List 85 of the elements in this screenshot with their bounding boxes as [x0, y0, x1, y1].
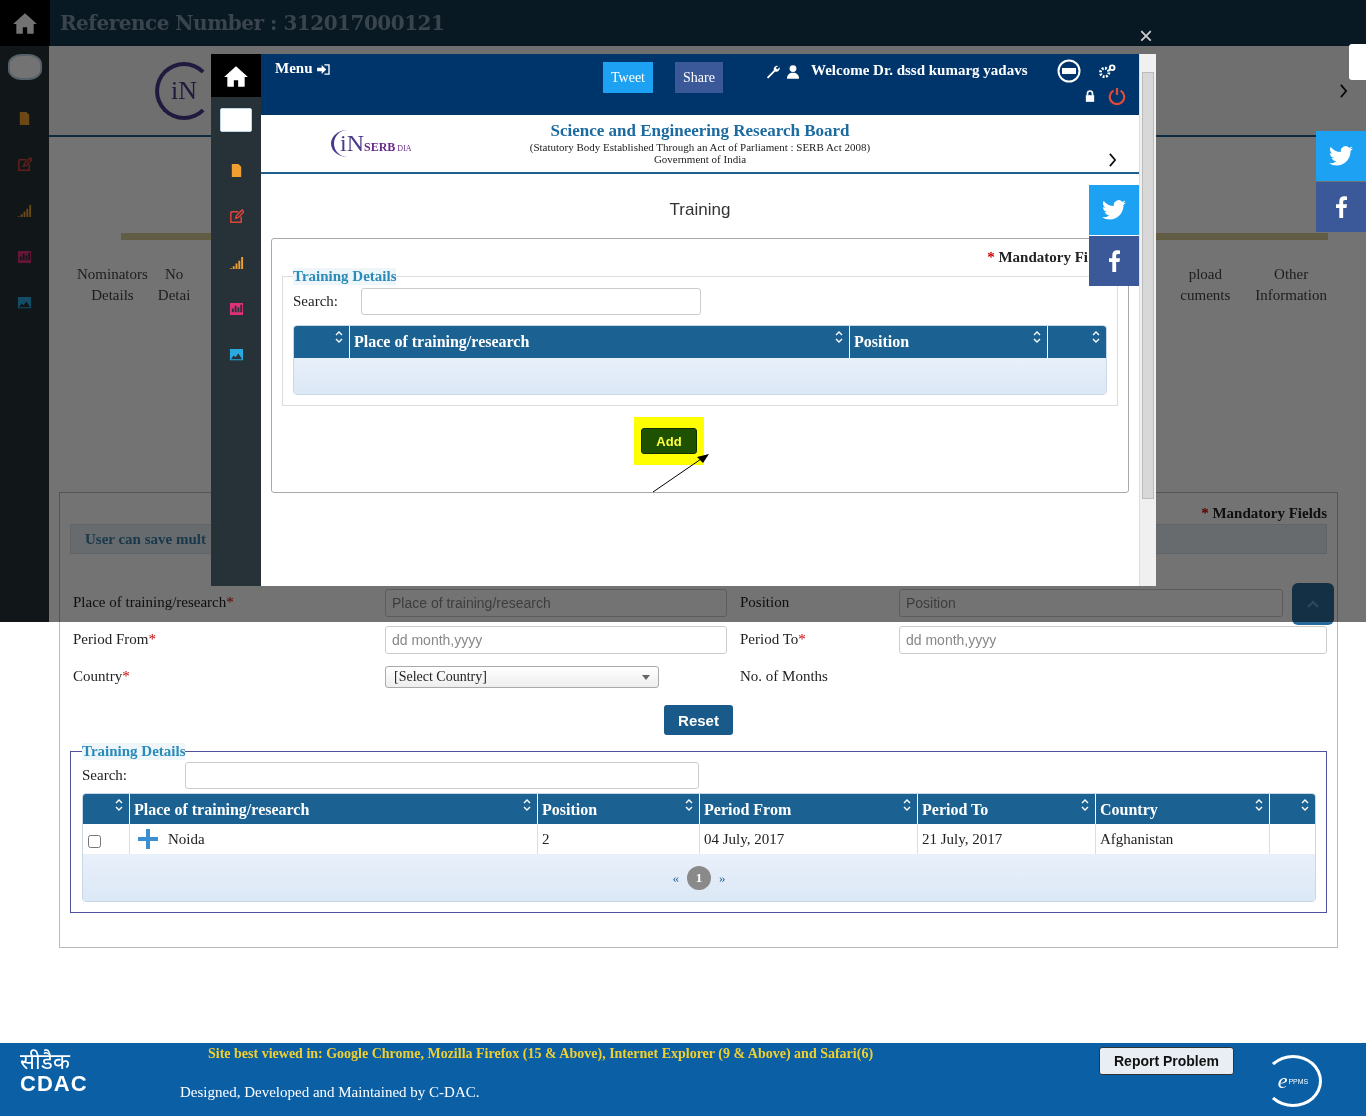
search-label: Search: — [293, 292, 339, 310]
sort-icon — [115, 799, 123, 811]
home-icon — [12, 11, 38, 35]
close-button[interactable]: × — [1139, 22, 1153, 50]
table-cell: 21 July, 2017 — [922, 830, 1003, 848]
step-tab[interactable]: No Detai — [157, 264, 191, 304]
page-number[interactable]: 1 — [687, 865, 711, 890]
sort-icon — [685, 799, 693, 811]
lock-icon[interactable] — [1085, 90, 1095, 102]
facebook-button[interactable] — [1089, 236, 1139, 286]
settings-icon[interactable] — [1099, 64, 1116, 79]
cdac-logo: सीडैक CDAC — [20, 1051, 89, 1095]
browser-note: Site best viewed in: Google Chrome, Mozilla Firefox (15 & Above), Internet Explorer (9 & Above) and Safari(6) — [208, 1046, 874, 1062]
report-problem-button[interactable]: Report Problem — [1099, 1047, 1234, 1075]
sort-icon — [1092, 331, 1100, 343]
facebook-button[interactable] — [1316, 182, 1366, 232]
search-field[interactable] — [361, 287, 701, 315]
table-cell: 04 July, 2017 — [704, 830, 785, 848]
twitter-icon — [1329, 146, 1353, 166]
page-title: Training — [669, 200, 731, 220]
wrench-icon[interactable] — [766, 65, 780, 79]
section-legend: Training Details — [82, 743, 186, 760]
welcome-text: Welcome Dr. dssd kumarg yadavs — [811, 62, 1028, 79]
mandatory-note: * Mandatory Fi — [987, 249, 1088, 266]
field-label: Period From* — [73, 631, 157, 648]
twitter-button[interactable] — [1089, 185, 1139, 235]
share-button[interactable]: Share — [675, 62, 723, 93]
arrow-drawing — [652, 451, 712, 493]
facebook-icon — [1335, 196, 1347, 218]
input-field[interactable]: dd month,yyyy — [899, 625, 1327, 654]
thumbnail-icon[interactable] — [220, 108, 252, 132]
user-icon[interactable] — [787, 65, 799, 79]
twitter-button[interactable] — [1316, 131, 1366, 181]
search-field[interactable] — [185, 761, 699, 789]
menu-button[interactable]: Menu — [275, 60, 313, 77]
sort-icon — [335, 331, 343, 343]
next-page-link[interactable]: » — [719, 869, 726, 886]
reset-button[interactable]: Reset — [664, 705, 733, 735]
organization-title: Science and Engineering Research Board — [550, 121, 850, 141]
field-label: Position — [740, 594, 791, 611]
sort-icon — [1081, 799, 1089, 811]
signal-icon[interactable] — [228, 255, 244, 270]
serb-logo: iNSERB DIA — [331, 130, 411, 157]
field-label: Period To* — [740, 631, 807, 648]
thumbnail-icon[interactable] — [7, 54, 42, 80]
sort-icon — [1301, 799, 1309, 811]
edit-icon[interactable] — [228, 209, 244, 224]
home-button[interactable] — [211, 54, 261, 97]
sort-icon — [903, 799, 911, 811]
field-label: Country* — [73, 668, 131, 685]
scrollbar[interactable] — [1139, 54, 1156, 586]
sign-in-icon[interactable] — [317, 64, 330, 75]
scroll-top-button[interactable] — [1292, 583, 1334, 625]
field-label: No. of Months — [740, 668, 829, 685]
organization-government: Government of India — [653, 153, 747, 166]
credit-text: Designed, Developed and Maintained by C-DAC. — [180, 1084, 481, 1101]
field-label: Place of training/research* — [73, 594, 235, 611]
table-cell: Noida — [168, 830, 205, 848]
input-field[interactable]: dd month,yyyy — [385, 625, 727, 654]
sort-icon — [835, 331, 843, 343]
power-icon[interactable] — [1108, 87, 1126, 105]
sort-icon — [523, 799, 531, 811]
table-cell: Afghanistan — [1100, 830, 1174, 848]
chevron-up-icon — [1307, 600, 1319, 608]
facebook-icon — [1108, 250, 1120, 272]
search-label: Search: — [82, 766, 128, 784]
table-cell: 2 — [542, 830, 550, 848]
chevron-right-icon[interactable] — [1108, 153, 1117, 167]
emblem-icon[interactable] — [1057, 59, 1081, 83]
step-tab[interactable]: Other Information — [1255, 264, 1327, 304]
organization-subtitle: (Statutory Body Established Through an Act of Parliament : SERB Act 2008) — [529, 140, 871, 154]
mandatory-note: * Mandatory Fields — [1200, 505, 1327, 522]
step-tab[interactable]: Nominators Details — [77, 264, 148, 304]
country-dropdown[interactable]: [Select Country] — [385, 665, 659, 688]
previous-page-link[interactable]: « — [672, 869, 679, 886]
twitter-icon — [1102, 200, 1126, 220]
sort-icon — [1033, 331, 1041, 343]
chart-icon[interactable] — [228, 301, 244, 316]
row-checkbox[interactable] — [88, 834, 101, 848]
step-tab[interactable]: pload cuments — [1180, 264, 1231, 304]
expand-plus-icon[interactable] — [138, 829, 158, 849]
section-legend: Training Details — [293, 268, 397, 285]
image-icon[interactable] — [228, 347, 244, 362]
sort-icon — [1255, 799, 1263, 811]
add-button[interactable]: Add — [641, 428, 697, 454]
